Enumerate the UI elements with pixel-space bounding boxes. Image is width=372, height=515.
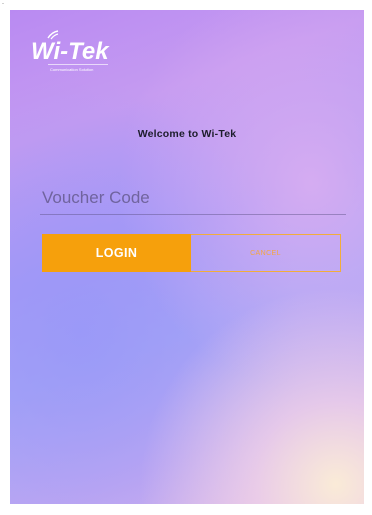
wi-tek-logo: Wi-Tek Communication Solution <box>30 28 120 76</box>
voucher-code-input[interactable] <box>40 182 346 215</box>
logo-tagline: Communication Solution <box>50 67 93 72</box>
cancel-button[interactable]: CANCEL <box>191 234 341 272</box>
button-row: LOGIN CANCEL <box>42 234 341 272</box>
logo-text: Wi-Tek <box>31 38 110 65</box>
corner-mark: - <box>2 1 4 7</box>
logo-graphic: Wi-Tek Communication Solution <box>31 30 110 72</box>
welcome-heading: Welcome to Wi-Tek <box>137 128 237 140</box>
login-button[interactable]: LOGIN <box>42 234 191 272</box>
login-card: Wi-Tek Communication Solution Welcome to… <box>10 10 364 504</box>
